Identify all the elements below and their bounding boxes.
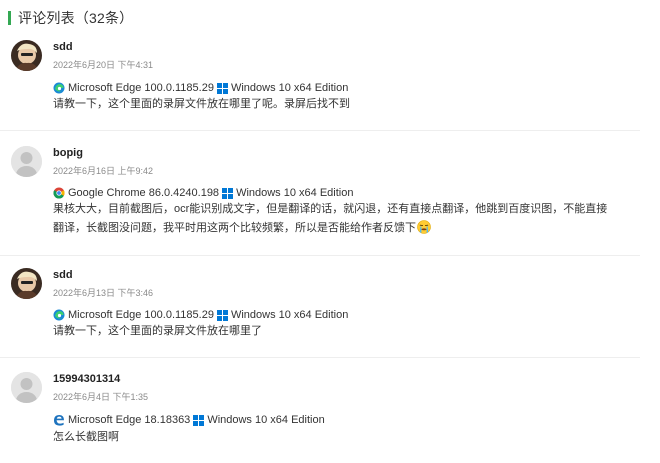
user-agent-info: Google Chrome 86.0.4240.198 Windows 10 x… [53, 186, 353, 200]
comment-author[interactable]: sdd [53, 269, 73, 281]
comment-content-line: 果核大大，目前截图后，ocr能识别成文字，但是翻译的话，就闪退，还有直接点翻译，… [53, 203, 608, 215]
avatar[interactable] [11, 146, 42, 177]
header-accent-bar [8, 11, 11, 25]
comment-item: sdd 2022年6月13日 下午3:46 Microsoft Edge 100… [0, 268, 660, 356]
comment-time: 2022年6月13日 下午3:46 [53, 288, 154, 298]
windows-icon [222, 187, 234, 199]
comment-list-header: 评论列表（32条） [0, 0, 660, 36]
browser-name: Google Chrome 86.0.4240.198 [68, 187, 220, 199]
comment-content-line: 翻译，长截图没问题，我平时用这两个比较频繁，所以是否能给作者反馈下 [53, 219, 613, 238]
avatar[interactable] [11, 268, 42, 299]
os-name: Windows 10 x64 Edition [207, 414, 325, 426]
comment-time: 2022年6月20日 下午4:31 [53, 60, 154, 70]
comment-time: 2022年6月4日 下午1:35 [53, 392, 149, 402]
comment-time: 2022年6月16日 上午9:42 [53, 166, 154, 176]
comment-divider [0, 130, 640, 131]
comment-item: 15994301314 2022年6月4日 下午1:35 Microsoft E… [0, 372, 660, 462]
edge-legacy-icon [53, 414, 65, 426]
user-agent-info: Microsoft Edge 100.0.1185.29 Windows 10 … [53, 81, 348, 95]
comment-content: 怎么长截图啊 [53, 431, 119, 443]
os-name: Windows 10 x64 Edition [230, 82, 349, 94]
edge-chromium-icon [53, 82, 65, 94]
comment-divider [0, 357, 640, 358]
comment-content: 果核大大，目前截图后，ocr能识别成文字，但是翻译的话，就闪退，还有直接点翻译，… [53, 200, 613, 238]
user-agent-info: Microsoft Edge 18.18363 Windows 10 x64 E… [53, 413, 325, 427]
os-name: Windows 10 x64 Edition [236, 187, 354, 199]
comment-item: bopig 2022年6月16日 上午9:42 Google Chrome 86… [0, 146, 660, 256]
page-title: 评论列表（32条） [18, 10, 134, 26]
comment-content-text: 翻译，长截图没问题，我平时用这两个比较频繁，所以是否能给作者反馈下 [53, 222, 416, 234]
comment-author[interactable]: sdd [53, 41, 73, 53]
chrome-icon [53, 187, 65, 199]
avatar[interactable] [11, 372, 42, 403]
edge-chromium-icon [53, 309, 65, 321]
browser-name: Microsoft Edge 18.18363 [68, 414, 191, 426]
os-name: Windows 10 x64 Edition [230, 309, 349, 321]
comment-content: 请教一下，这个里面的录屏文件放在哪里了 [53, 325, 262, 337]
comment-item: sdd 2022年6月20日 下午4:31 Microsoft Edge 100… [0, 40, 660, 130]
comment-content: 请教一下，这个里面的录屏文件放在哪里了呢。录屏后找不到 [53, 98, 350, 110]
comment-divider [0, 255, 640, 256]
browser-name: Microsoft Edge 100.0.1185.29 [68, 82, 214, 94]
browser-name: Microsoft Edge 100.0.1185.29 [68, 309, 214, 321]
windows-icon [216, 82, 228, 94]
user-agent-info: Microsoft Edge 100.0.1185.29 Windows 10 … [53, 308, 348, 322]
comment-author[interactable]: 15994301314 [53, 373, 120, 385]
windows-icon [193, 414, 205, 426]
crying-face-emoji [417, 220, 431, 234]
avatar[interactable] [11, 40, 42, 71]
comment-author[interactable]: bopig [53, 147, 83, 159]
windows-icon [216, 309, 228, 321]
